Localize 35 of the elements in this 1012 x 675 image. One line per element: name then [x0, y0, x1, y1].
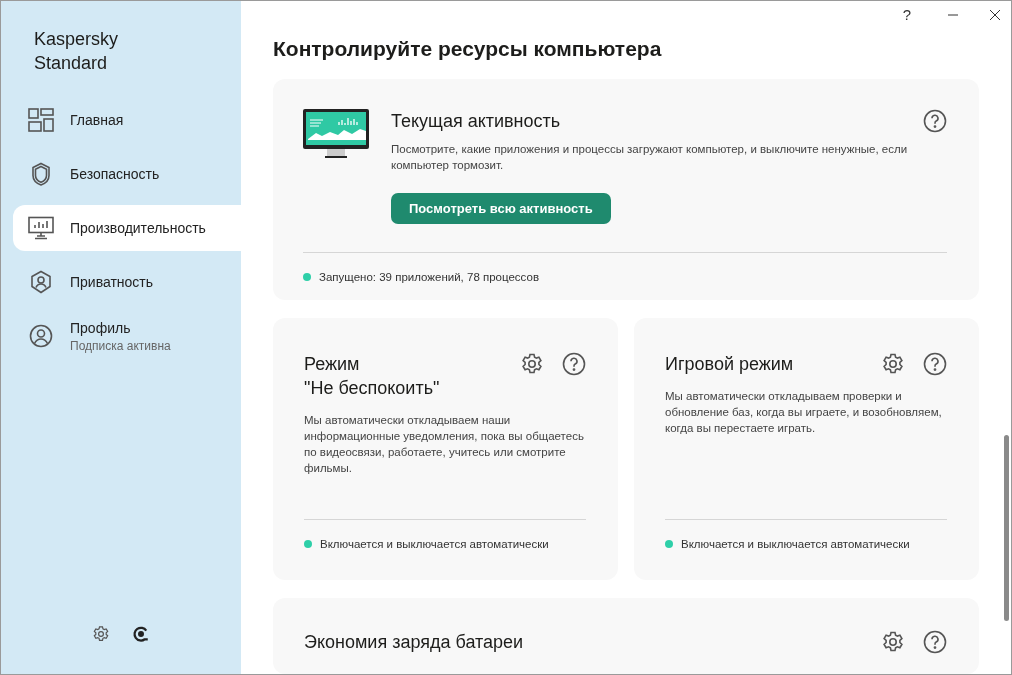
help-button[interactable]: ?: [902, 6, 911, 24]
dashboard-icon: [28, 108, 54, 132]
shield-person-icon: [28, 270, 54, 294]
status-text: Запущено: 39 приложений, 78 процессов: [319, 270, 539, 283]
close-icon[interactable]: [989, 8, 1001, 21]
support-icon[interactable]: [132, 625, 150, 643]
view-activity-button[interactable]: Посмотреть всю активность: [391, 192, 611, 224]
sidebar-item[interactable]: Производительность: [13, 205, 241, 251]
monitor-drawing: [303, 108, 369, 159]
card-title: Режим "Не беспокоить": [304, 352, 440, 400]
help-icon[interactable]: [923, 108, 947, 133]
settings-icon[interactable]: [92, 625, 110, 643]
sidebar-item[interactable]: Профиль Подписка активна: [1, 309, 241, 363]
status-text: Включается и выключается автоматически: [681, 537, 910, 550]
sidebar-item[interactable]: Главная: [1, 93, 241, 147]
settings-icon[interactable]: [881, 351, 905, 376]
card-title: Экономия заряда батареи: [304, 630, 524, 654]
card-description: Посмотрите, какие приложения и процессы загружают компьютер, и выключите ненужные, если компьютер тормозит.: [391, 141, 909, 173]
page-title: Контролируйте ресурсы компьютера: [273, 36, 663, 61]
app-name: Kaspersky Standard: [33, 28, 120, 75]
monitor-icon: [28, 216, 54, 240]
sidebar-item[interactable]: Безопасность: [1, 147, 241, 201]
help-icon[interactable]: [923, 351, 947, 376]
card-title: Текущая активность: [391, 109, 561, 133]
help-icon[interactable]: [923, 629, 947, 654]
settings-icon[interactable]: [520, 351, 544, 376]
help-icon[interactable]: [562, 351, 586, 376]
user-icon: [28, 324, 54, 348]
card-description: Мы автоматически откладываем наши информационные уведомления, пока вы общаетесь по видеосвязи, работаете, учитесь или смотрите фильмы.: [304, 412, 585, 476]
sidebar-item[interactable]: Приватность: [1, 255, 241, 309]
card-title: Игровой режим: [665, 352, 794, 376]
status-text: Включается и выключается автоматически: [320, 537, 549, 550]
scrollbar-thumb[interactable]: [1004, 435, 1009, 621]
card-description: Мы автоматически откладываем проверки и обновление баз, когда вы играете, и возобновляем, когда вы перестаете играть.: [665, 388, 943, 436]
settings-icon[interactable]: [881, 629, 905, 654]
